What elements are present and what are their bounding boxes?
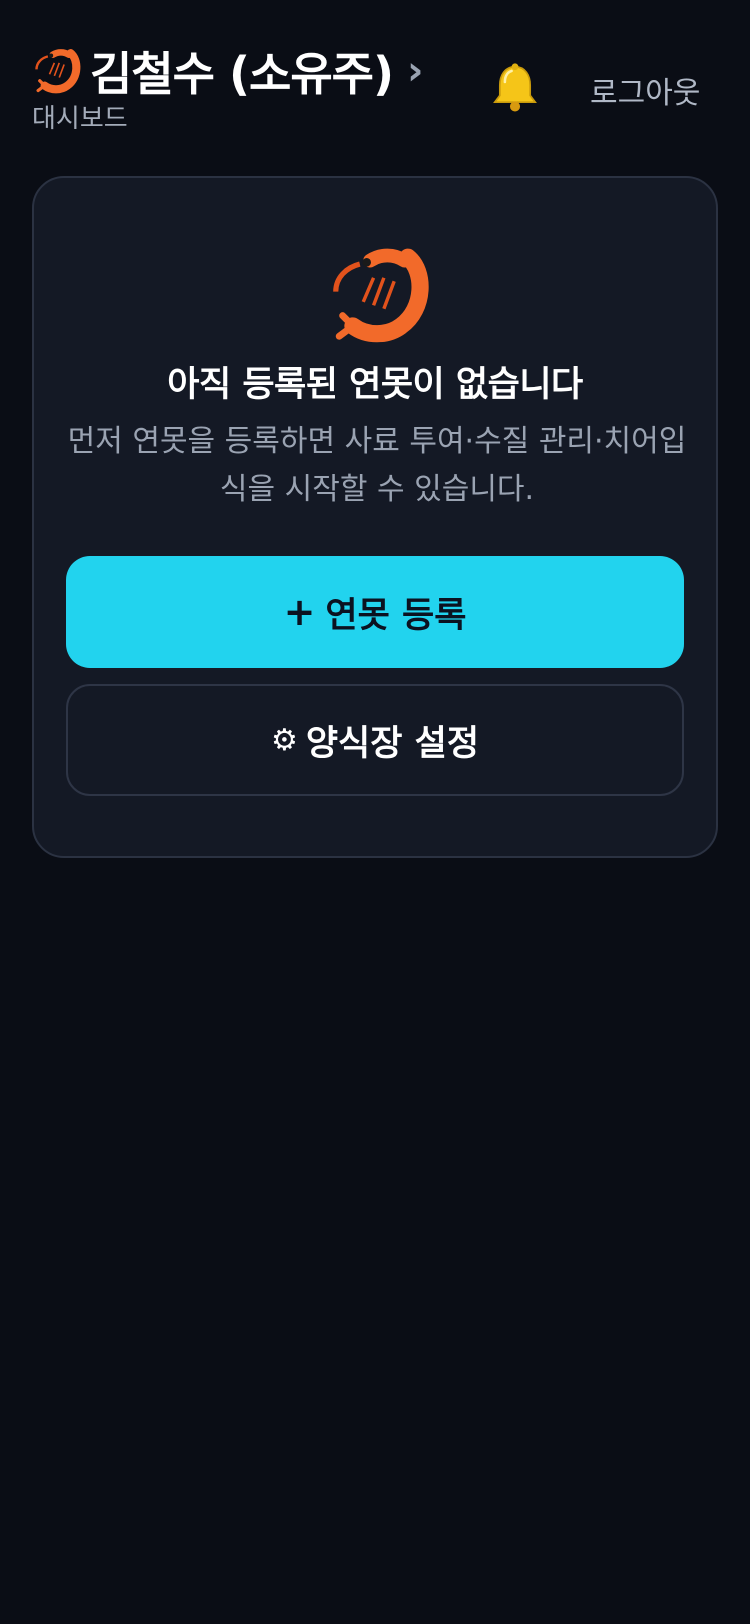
page-subtitle: 대시보드 [32, 104, 128, 134]
owner-switcher[interactable]: 김철수 (소유주) › [30, 38, 423, 104]
bell-icon[interactable] [488, 60, 542, 114]
chevron-right-icon: › [406, 48, 424, 94]
owner-name: 김철수 (소유주) [90, 47, 394, 101]
register-pond-label: 연못 등록 [325, 595, 467, 636]
farm-settings-button[interactable]: ⚙ 양식장 설정 [66, 684, 684, 796]
top-header: 김철수 (소유주) › 대시보드 로그아웃 [0, 0, 750, 150]
gear-icon: ⚙ [270, 722, 298, 758]
register-pond-button[interactable]: + 연못 등록 [66, 556, 684, 668]
empty-state-card: 아직 등록된 연못이 없습니다 먼저 연못을 등록하면 사료 투여·수질 관리·… [32, 176, 718, 858]
shrimp-icon [30, 45, 82, 97]
farm-settings-label: 양식장 설정 [305, 723, 480, 764]
logout-button[interactable]: 로그아웃 [590, 68, 700, 112]
empty-state-title: 아직 등록된 연못이 없습니다 [167, 365, 583, 405]
shrimp-icon [322, 240, 432, 350]
plus-icon: + [283, 590, 316, 634]
empty-state-description: 먼저 연못을 등록하면 사료 투여·수질 관리·치어입식을 시작할 수 있습니다… [67, 424, 687, 507]
